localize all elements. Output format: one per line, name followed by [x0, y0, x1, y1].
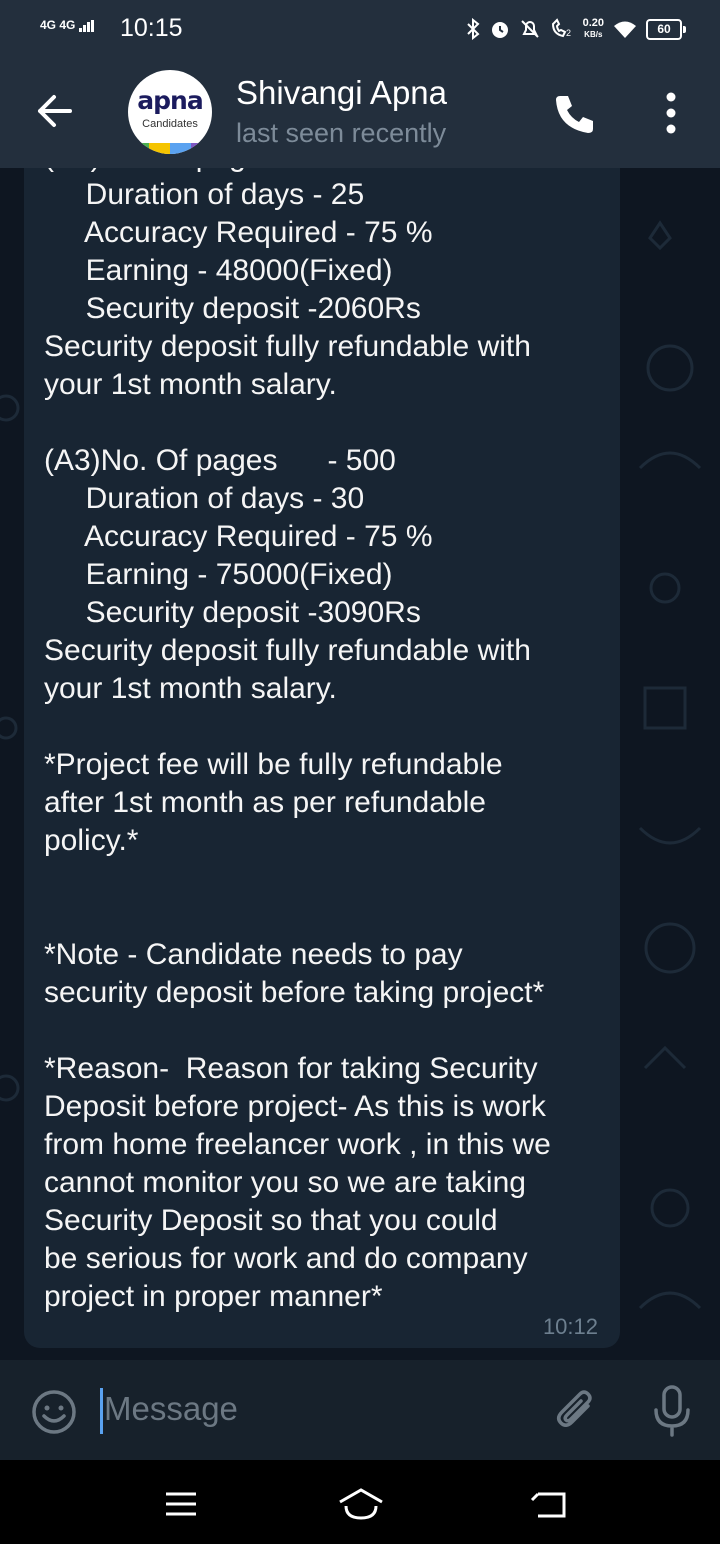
more-vert-icon[interactable]	[656, 90, 686, 136]
battery-indicator: 60	[646, 18, 686, 40]
message-line: Security deposit -3090Rs	[44, 596, 421, 629]
message-line: Accuracy Required - 75 %	[44, 520, 433, 553]
volte-icon: 2	[551, 18, 571, 38]
contact-name[interactable]: Shivangi Apna	[236, 74, 447, 112]
back-icon[interactable]	[526, 1484, 576, 1524]
wifi-icon	[614, 21, 636, 38]
signal-icon	[78, 19, 94, 32]
message-line: from home freelancer work , in this we	[44, 1128, 551, 1161]
attach-icon[interactable]	[552, 1386, 602, 1436]
message-time: 10:12	[542, 1314, 598, 1339]
home-icon[interactable]	[336, 1484, 386, 1524]
wallpaper-doodles-left	[0, 394, 20, 1102]
message-line: *Note - Candidate needs to pay	[44, 938, 463, 971]
message-line	[44, 1012, 604, 1050]
message-input[interactable]: Message	[104, 1390, 238, 1428]
avatar-brand: apna	[137, 86, 203, 115]
message-line: project in proper manner*	[44, 1280, 383, 1313]
message-line: *Reason- Reason for taking Security	[44, 1052, 538, 1085]
message-line: security deposit before taking project*	[44, 976, 545, 1009]
menu-lines-icon[interactable]	[156, 1484, 206, 1524]
message-line: after 1st month as per refundable	[44, 786, 486, 819]
message-line: Deposit before project- As this is work	[44, 1090, 546, 1123]
message-line: Security deposit fully refundable with	[44, 634, 531, 667]
message-line: Duration of days - 30	[44, 482, 365, 515]
message-line	[44, 898, 604, 936]
phone-icon[interactable]	[550, 88, 600, 138]
text-cursor	[100, 1388, 103, 1434]
message-line: Security deposit fully refundable with	[44, 330, 531, 363]
avatar-subtitle: Candidates	[142, 118, 198, 130]
emoji-icon[interactable]	[30, 1388, 78, 1436]
system-nav-bar	[0, 1460, 720, 1544]
message-line: *Project fee will be fully refundable	[44, 748, 503, 781]
contact-status: last seen recently	[236, 118, 447, 148]
svg-text:2: 2	[566, 28, 571, 38]
chat-area[interactable]: (A2)No. Of pages - 400 Duration of days …	[0, 168, 720, 1360]
message-line: Earning - 75000(Fixed)	[44, 558, 393, 591]
network-indicator: 4G 4G	[40, 18, 95, 32]
back-arrow-icon[interactable]	[30, 86, 80, 136]
speed-value: 0.20	[582, 17, 604, 29]
message-line	[44, 708, 604, 746]
status-icons: 2 0.20 KB/s 60	[465, 14, 686, 44]
message-line	[44, 404, 604, 442]
chat-header: apna Candidates Shivangi Apna last seen …	[0, 56, 720, 168]
message-text: (A2)No. Of pages - 400 Duration of days …	[44, 168, 604, 1316]
message-line: cannot monitor you so we are taking	[44, 1166, 526, 1199]
message-line: Earning - 48000(Fixed)	[44, 254, 393, 287]
message-line: (A2)No. Of pages - 400	[44, 168, 604, 176]
network-speed: 0.20 KB/s	[583, 18, 604, 40]
avatar[interactable]: apna Candidates	[128, 70, 212, 154]
message-input-bar: Message	[0, 1360, 720, 1460]
status-bar: 4G 4G 10:15 2 0.20 KB/s 60	[0, 0, 720, 56]
message-line: your 1st month salary.	[44, 368, 337, 401]
bluetooth-icon	[466, 18, 480, 40]
wallpaper-doodles	[638, 220, 702, 1310]
message-line: your 1st month salary.	[44, 672, 337, 705]
message-line: Security Deposit so that you could	[44, 1204, 498, 1237]
message-line: Duration of days - 25	[44, 178, 365, 211]
network-label: 4G 4G	[40, 18, 76, 32]
clock: 10:15	[120, 14, 183, 42]
message-bubble[interactable]: (A2)No. Of pages - 400 Duration of days …	[24, 168, 620, 1348]
message-line	[44, 860, 604, 898]
mute-icon	[520, 20, 539, 38]
speed-unit: KB/s	[584, 30, 603, 39]
message-line: policy.*	[44, 824, 139, 857]
message-line: Security deposit -2060Rs	[44, 292, 421, 325]
alarm-icon	[491, 22, 508, 38]
message-line: (A3)No. Of pages - 500	[44, 444, 396, 477]
mic-icon[interactable]	[650, 1384, 694, 1438]
message-line: Accuracy Required - 75 %	[44, 216, 433, 249]
message-line: be serious for work and do company	[44, 1242, 528, 1275]
